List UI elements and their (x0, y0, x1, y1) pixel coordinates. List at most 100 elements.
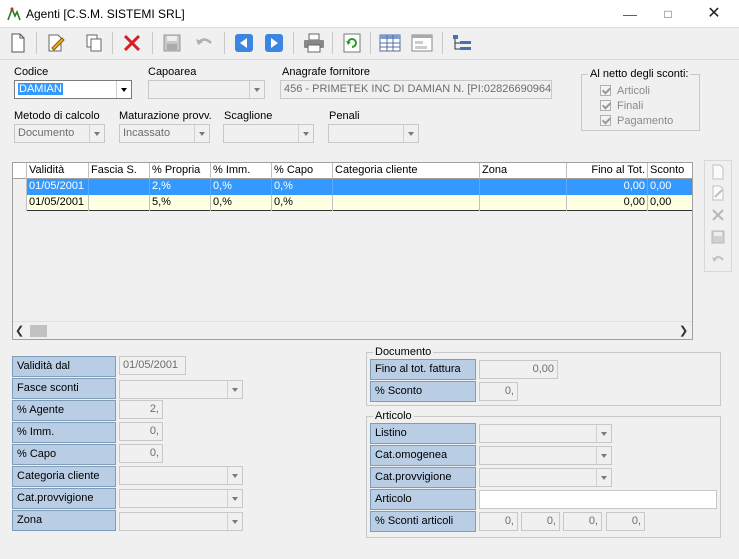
cell-zona (480, 179, 567, 195)
next-button[interactable] (262, 31, 286, 55)
chevron-down-icon[interactable] (227, 467, 242, 484)
agente-label: % Agente (12, 400, 116, 421)
metodo-label: Metodo di calcolo (14, 110, 100, 122)
fino-field[interactable]: 0,00 (479, 360, 558, 379)
form-icon (411, 34, 433, 52)
chevron-down-icon[interactable] (227, 381, 242, 398)
undo-button[interactable] (192, 31, 216, 55)
prev-icon (235, 34, 253, 52)
col-imm[interactable]: % Imm. (211, 163, 272, 179)
articolo-field[interactable] (479, 490, 717, 509)
cell-propria: 5,% (150, 195, 211, 211)
delete-button[interactable] (120, 31, 144, 55)
chevron-down-icon[interactable] (596, 425, 611, 442)
catprov-combo[interactable] (119, 489, 243, 508)
col-capo[interactable]: % Capo (272, 163, 333, 179)
chevron-down-icon[interactable] (89, 125, 104, 142)
cell-capo: 0,% (272, 179, 333, 195)
close-button[interactable]: ✕ (704, 4, 724, 24)
agente-field[interactable]: 2, (119, 400, 163, 419)
articolo-label: Articolo (370, 489, 476, 510)
capoarea-combo[interactable] (148, 80, 265, 99)
art-catprov-combo[interactable] (479, 468, 612, 487)
row-new-button[interactable] (706, 162, 730, 182)
finali-checkbox[interactable]: Finali (600, 98, 699, 113)
table-row[interactable]: 01/05/2001 2,% 0,% 0,% 0,00 0,00 (13, 179, 692, 195)
tree-view-button[interactable] (450, 31, 474, 55)
penali-combo[interactable] (328, 124, 419, 143)
maximize-button[interactable]: □ (658, 4, 678, 24)
scroll-thumb[interactable] (30, 325, 47, 337)
col-fascia[interactable]: Fascia S. (89, 163, 150, 179)
new-button[interactable] (6, 31, 30, 55)
fasce-combo[interactable] (119, 380, 243, 399)
row-edit-button[interactable] (706, 183, 730, 203)
articoli-checkbox[interactable]: Articoli (600, 83, 699, 98)
chevron-down-icon[interactable] (194, 125, 209, 142)
sconto-articolo-3[interactable]: 0, (563, 512, 602, 531)
chevron-down-icon[interactable] (403, 125, 418, 142)
col-categoria[interactable]: Categoria cliente (333, 163, 480, 179)
catomo-label: Cat.omogenea (370, 445, 476, 466)
codice-value: DAMIAN (18, 83, 63, 95)
toolbar (0, 28, 739, 60)
scaglione-combo[interactable] (223, 124, 314, 143)
chevron-down-icon[interactable] (249, 81, 264, 98)
edit-button[interactable] (44, 31, 68, 55)
refresh-button[interactable] (340, 31, 364, 55)
chevron-down-icon[interactable] (227, 513, 242, 530)
finali-label: Finali (617, 99, 644, 112)
articolo-title: Articolo (375, 410, 412, 422)
previous-button[interactable] (232, 31, 256, 55)
catomo-combo[interactable] (479, 446, 612, 465)
catcli-combo[interactable] (119, 466, 243, 485)
edit-icon (48, 34, 65, 52)
row-save-button[interactable] (706, 227, 730, 247)
minimize-button[interactable]: — (620, 4, 640, 24)
validita-field[interactable]: 01/05/2001 (119, 356, 186, 375)
metodo-combo[interactable]: Documento (14, 124, 105, 143)
save-icon (711, 230, 725, 244)
copy-button[interactable] (82, 31, 106, 55)
chevron-down-icon[interactable] (116, 81, 131, 98)
col-validita[interactable]: Validità (27, 163, 89, 179)
chevron-down-icon[interactable] (596, 469, 611, 486)
chevron-down-icon[interactable] (298, 125, 313, 142)
row-undo-button[interactable] (706, 249, 730, 269)
chevron-down-icon[interactable] (227, 490, 242, 507)
maturazione-combo[interactable]: Incassato (119, 124, 210, 143)
next-icon (265, 34, 283, 52)
codice-combo[interactable]: DAMIAN (14, 80, 132, 99)
sconto-field[interactable]: 0, (479, 382, 518, 401)
listino-combo[interactable] (479, 424, 612, 443)
art-catprov-label: Cat.provvigione (370, 467, 476, 488)
zona-combo[interactable] (119, 512, 243, 531)
capo-field[interactable]: 0, (119, 444, 163, 463)
undo-icon (712, 256, 724, 262)
pagamento-checkbox[interactable]: Pagamento (600, 113, 699, 128)
col-propria[interactable]: % Propria (150, 163, 211, 179)
chevron-down-icon[interactable] (596, 447, 611, 464)
col-fino[interactable]: Fino al Tot. (567, 163, 648, 179)
zona-label: Zona (12, 510, 116, 531)
table-row[interactable]: 01/05/2001 5,% 0,% 0,% 0,00 0,00 (13, 195, 692, 211)
anagrafe-field[interactable]: 456 - PRIMETEK INC DI DAMIAN N. [PI:0282… (280, 80, 552, 99)
save-button[interactable] (160, 31, 184, 55)
sconto-articolo-1[interactable]: 0, (479, 512, 518, 531)
validity-grid[interactable]: Validità Fascia S. % Propria % Imm. % Ca… (12, 162, 693, 340)
horizontal-scrollbar[interactable]: ❮ ❯ (13, 321, 692, 339)
sconto-articolo-2[interactable]: 0, (521, 512, 560, 531)
imm-field[interactable]: 0, (119, 422, 163, 441)
col-sconto[interactable]: Sconto (648, 163, 692, 179)
listino-label: Listino (370, 423, 476, 444)
col-zona[interactable]: Zona (480, 163, 567, 179)
scroll-right-icon[interactable]: ❯ (679, 324, 688, 337)
form-view-button[interactable] (410, 31, 434, 55)
row-delete-button[interactable] (706, 205, 730, 225)
cell-sconto: 0,00 (650, 180, 672, 192)
sconto-articolo-4[interactable]: 0, (606, 512, 645, 531)
app-icon (7, 6, 21, 21)
scroll-left-icon[interactable]: ❮ (15, 324, 24, 337)
table-view-button[interactable] (378, 31, 402, 55)
print-button[interactable] (302, 31, 326, 55)
